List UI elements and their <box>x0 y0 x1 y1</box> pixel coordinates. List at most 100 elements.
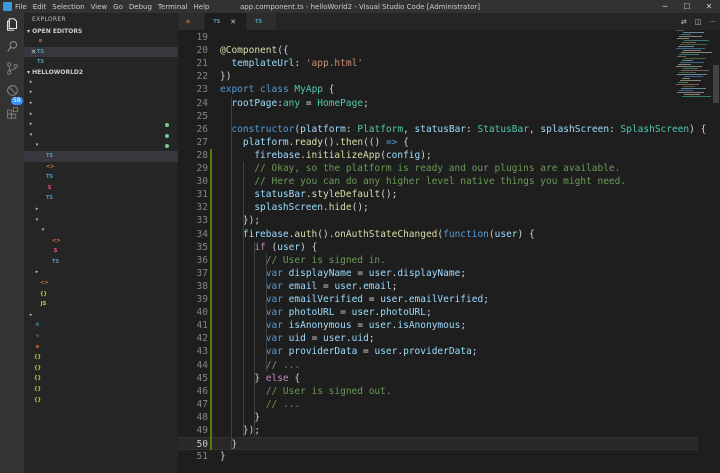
code-line[interactable]: 24 rootPage:any = HomePage; <box>178 97 698 110</box>
folder-item[interactable]: ▾ <box>24 140 178 151</box>
search-icon[interactable] <box>0 35 24 57</box>
folder-item[interactable]: ▸ <box>24 77 178 88</box>
file-item[interactable]: {} <box>24 384 178 395</box>
code-line[interactable]: 28 firebase.initializeApp(config); <box>178 149 698 162</box>
code-line[interactable]: 44 // ... <box>178 359 698 372</box>
folder-item[interactable]: ▾ <box>24 130 178 141</box>
code-line[interactable]: 29 // Okay, so the platform is ready and… <box>178 162 698 175</box>
tab-app-module-ts[interactable]: TS <box>247 13 278 30</box>
code-line[interactable]: 49 }); <box>178 424 698 437</box>
folder-item[interactable]: ▸ <box>24 98 178 109</box>
code-line[interactable]: 26 constructor(platform: Platform, statu… <box>178 123 707 136</box>
code-line[interactable]: 38 var email = user.email; <box>178 280 698 293</box>
code-token: ( <box>265 241 278 253</box>
menu-item[interactable]: Edit <box>33 3 47 11</box>
code-line[interactable]: 41 var isAnonymous = user.isAnonymous; <box>178 319 698 332</box>
code-line[interactable]: 43 var providerData = user.providerData; <box>178 345 698 358</box>
code-editor[interactable]: 19 20 @Component({21 templateUrl: 'app.htm… <box>178 30 720 473</box>
file-item[interactable]: TS <box>24 150 178 162</box>
split-editor-icon[interactable]: ◫ <box>695 18 702 26</box>
folder-item[interactable]: ▸ <box>24 109 178 120</box>
code-line[interactable]: 48 } <box>178 411 698 424</box>
folder-item[interactable]: ▸ <box>24 310 178 321</box>
code-line[interactable]: 47 // ... <box>178 398 698 411</box>
close-icon[interactable]: ✕ <box>230 18 236 26</box>
minimap-line <box>682 78 690 79</box>
menu-item[interactable]: Selection <box>52 3 84 11</box>
code-line[interactable]: 42 var uid = user.uid; <box>178 332 698 345</box>
open-editor-item[interactable]: ✕ TS <box>24 46 178 58</box>
menu-item[interactable]: View <box>91 3 108 11</box>
file-item[interactable]: <> <box>24 278 178 289</box>
file-item[interactable]: ◆ <box>24 331 178 342</box>
folder-item[interactable]: ▸ <box>24 267 178 278</box>
code-line[interactable]: 25 <box>178 110 698 123</box>
file-item[interactable]: {} <box>24 395 178 406</box>
file-item[interactable]: JS <box>24 299 178 310</box>
code-line[interactable]: 22}) <box>178 70 698 83</box>
minimize-icon[interactable]: ─ <box>654 0 676 13</box>
file-item[interactable]: S <box>24 183 178 194</box>
file-item[interactable]: {} <box>24 373 178 384</box>
file-item[interactable]: <> <box>24 162 178 173</box>
code-line[interactable]: 51} <box>178 450 698 463</box>
close-window-icon[interactable]: ✕ <box>698 0 720 13</box>
code-line[interactable]: 23 export class MyApp { <box>178 83 698 96</box>
file-item[interactable]: TS <box>24 172 178 183</box>
menu-item[interactable]: Go <box>113 3 123 11</box>
code-line[interactable]: 21 templateUrl: 'app.html' <box>178 57 698 70</box>
code-line[interactable]: 46 // User is signed out. <box>178 385 698 398</box>
code-token: ; <box>460 267 467 279</box>
file-item[interactable]: ≋ <box>24 342 178 353</box>
source-control-icon[interactable] <box>0 57 24 79</box>
file-item[interactable]: ⚙ <box>24 320 178 331</box>
more-actions-icon[interactable]: ··· <box>709 18 716 26</box>
code-line[interactable]: 40 var photoURL = user.photoURL; <box>178 306 698 319</box>
folder-item[interactable]: ▾ <box>24 215 178 226</box>
file-item[interactable]: <> <box>24 236 178 247</box>
file-item[interactable]: {} <box>24 352 178 363</box>
menu-item[interactable]: Help <box>194 3 210 11</box>
folder-item[interactable]: ▾ <box>24 225 178 236</box>
menu-item[interactable]: Debug <box>129 3 152 11</box>
open-editor-item[interactable]: TS <box>24 57 178 68</box>
file-item[interactable]: {} <box>24 289 178 300</box>
folder-item[interactable]: ▸ <box>24 119 178 130</box>
code-text: var email = user.email; <box>220 280 398 293</box>
code-line[interactable]: 30 // Here you can do any higher level n… <box>178 175 698 188</box>
code-line[interactable]: 34 firebase.auth().onAuthStateChanged(fu… <box>178 228 698 241</box>
open-editor-item[interactable]: ≋ <box>24 36 178 47</box>
tab-config-xml[interactable]: ≋ <box>178 13 206 30</box>
code-line[interactable]: 37 var displayName = user.displayName; <box>178 267 698 280</box>
code-line[interactable]: 35 if (user) { <box>178 241 698 254</box>
code-line[interactable]: 33 }); <box>178 214 698 227</box>
file-item[interactable]: {} <box>24 363 178 374</box>
project-header[interactable]: ▾ HELLOWORLD2 <box>24 68 178 77</box>
tab-app-component-ts[interactable]: TS ✕ <box>205 13 248 30</box>
code-line[interactable]: 27 platform.ready().then(() => { <box>178 136 698 149</box>
code-line[interactable]: 20 @Component({ <box>178 44 698 57</box>
vertical-scrollbar[interactable] <box>712 30 720 473</box>
code-line[interactable]: 36 // User is signed in. <box>178 254 698 267</box>
code-line[interactable]: 50 } <box>178 437 698 451</box>
code-token: user <box>374 346 398 358</box>
menu-item[interactable]: File <box>15 3 27 11</box>
code-line[interactable]: 39 var emailVerified = user.emailVerifie… <box>178 293 698 306</box>
folder-item[interactable]: ▸ <box>24 87 178 98</box>
folder-item[interactable]: ▸ <box>24 204 178 215</box>
explorer-icon[interactable] <box>0 13 24 35</box>
scrollbar-thumb[interactable] <box>713 65 719 103</box>
code-line[interactable]: 32 splashScreen.hide(); <box>178 201 698 214</box>
file-item[interactable]: S <box>24 246 178 257</box>
code-line[interactable]: 31 statusBar.styleDefault(); <box>178 188 698 201</box>
menu-item[interactable]: Terminal <box>158 3 188 11</box>
minimap[interactable] <box>676 30 712 100</box>
maximize-icon[interactable]: ☐ <box>676 0 698 13</box>
file-item[interactable]: TS <box>24 257 178 268</box>
open-editors-header[interactable]: ▾ OPEN EDITORS <box>24 27 178 36</box>
file-item[interactable]: TS <box>24 193 178 204</box>
open-changes-icon[interactable]: ⇄ <box>681 18 687 26</box>
code-line[interactable]: 45 } else { <box>178 372 698 385</box>
code-line[interactable]: 19 <box>178 31 698 44</box>
close-icon[interactable]: ✕ <box>30 47 37 58</box>
